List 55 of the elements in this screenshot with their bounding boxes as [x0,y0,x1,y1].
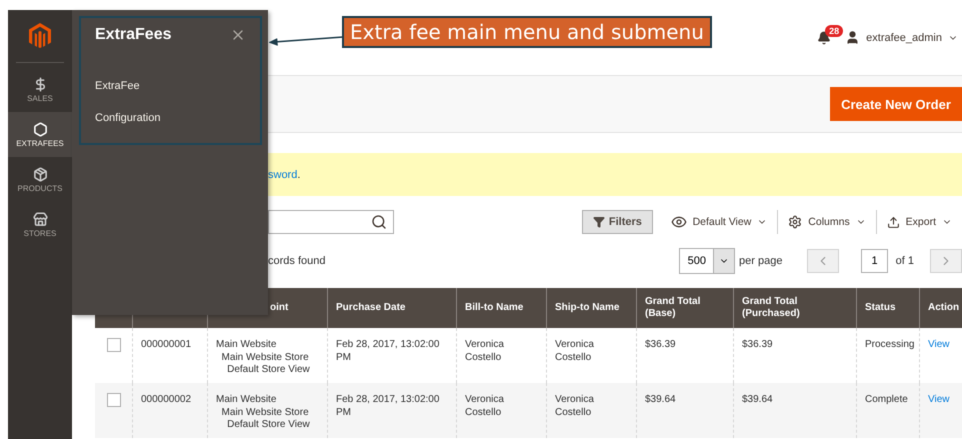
table-cell: Veronica Costello [457,383,547,438]
table-cell: 000000002 [133,383,208,438]
per-page-select[interactable]: 500 [679,248,736,274]
column-header[interactable]: Ship-to Name [547,288,637,328]
gear-icon [788,215,802,229]
filters-button[interactable]: Filters [582,210,653,234]
submenu-item[interactable]: ExtraFee [95,80,246,92]
page-total: of 1 [896,255,914,267]
column-header[interactable]: Status [857,288,920,328]
sidebar-item[interactable]: PRODUCTS [8,157,72,202]
table-cell: Complete [857,383,920,438]
table-cell: Main Website Main Website Store Default Store View [208,383,328,438]
box-icon [32,166,48,182]
hexagon-icon [32,122,48,136]
row-checkbox[interactable] [107,393,121,407]
column-header[interactable]: Action [920,288,962,328]
notice-text: . [297,168,300,180]
table-cell: $39.64 [734,383,857,438]
previous-page-button[interactable] [807,249,840,273]
notice-link[interactable]: sword [268,168,298,180]
logo-icon [29,23,51,49]
sidebar-item[interactable]: STORES [8,202,72,247]
store-icon [32,212,48,226]
upload-icon [886,216,900,228]
notification-count: 28 [825,24,844,36]
column-header[interactable]: Grand Total (Purchased) [734,288,857,328]
export-dropdown[interactable]: Export [876,216,962,228]
table-cell: Feb 28, 2017, 13:02:00 PM [328,383,457,438]
callout-label: Extra fee main menu and submenu [342,16,712,48]
column-header[interactable]: Bill-to Name [457,288,547,328]
bell-icon[interactable] [817,30,832,44]
create-order-button[interactable]: Create New Order [830,87,962,121]
sidebar-item[interactable]: EXTRAFEES [8,112,72,157]
page-field[interactable]: 1 [861,249,888,273]
sidebar-item[interactable]: SALES [8,67,72,112]
per-page-label: per page [739,255,782,267]
columns-dropdown[interactable]: Columns [778,215,876,229]
row-checkbox[interactable] [107,338,121,352]
user-menu[interactable]: extrafee_admin [845,30,958,45]
next-page-button[interactable] [930,249,962,273]
search-field[interactable] [268,210,394,234]
column-header[interactable]: Purchase Date [328,288,457,328]
view-link[interactable]: View [928,339,950,350]
search-icon [371,214,388,230]
submenu-title: ExtraFees [95,26,172,44]
user-icon [845,30,860,45]
eye-icon [670,214,687,230]
view-dropdown[interactable]: Default View [660,214,778,230]
table-cell: Veronica Costello [547,383,637,438]
submenu-item[interactable]: Configuration [95,112,246,124]
column-header[interactable]: Grand Total (Base) [637,288,734,328]
table-cell: $39.64 [637,383,734,438]
filter-icon [592,216,605,228]
records-count: cords found [268,255,326,267]
view-link[interactable]: View [928,394,950,405]
